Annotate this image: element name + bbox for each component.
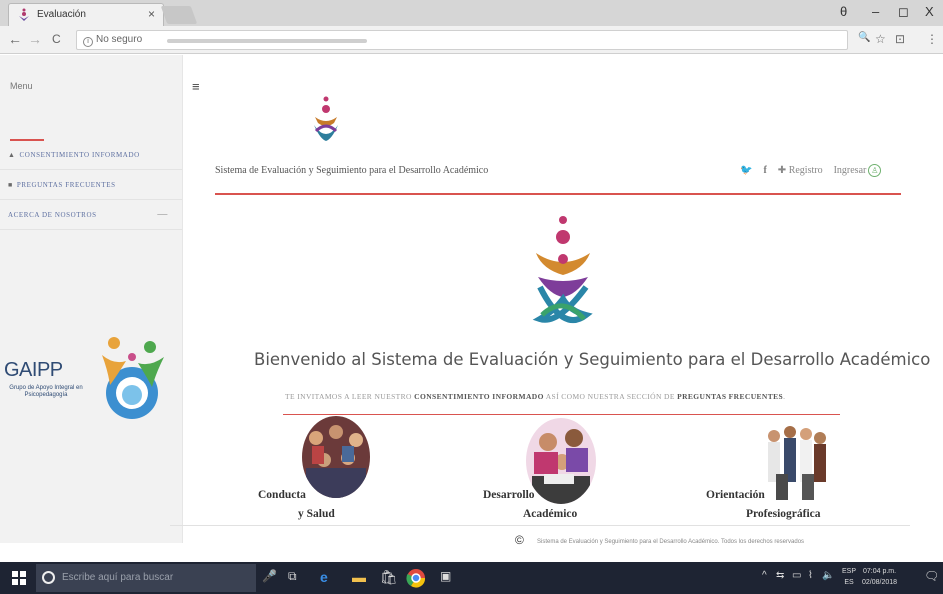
hamburger-menu-icon[interactable]: ≡ <box>192 79 200 94</box>
menu-title: Menu <box>10 81 33 91</box>
sidebar-item-label: CONSENTIMIENTO INFORMADO <box>19 150 140 159</box>
copyright-icon: © <box>515 533 524 547</box>
user-icon: ▲ <box>8 150 16 159</box>
browser-menu-icon[interactable]: ⋮ <box>926 32 938 46</box>
invite-text: TE INVITAMOS A LEER NUESTRO CONSENTIMIEN… <box>285 392 786 401</box>
footer-divider <box>170 525 910 526</box>
header-logo-icon <box>314 96 338 141</box>
site-title: Sistema de Evaluación y Seguimiento para… <box>215 165 489 176</box>
volume-icon[interactable]: 🔈 <box>822 570 834 581</box>
screen: Evaluación × θ – ◻ X ← → C i No seguro 🔍 … <box>0 0 943 594</box>
conducta-card-label[interactable]: Conducta y Salud <box>258 486 335 524</box>
wifi-icon[interactable]: ⌇ <box>808 570 813 581</box>
plus-icon: ✚ <box>777 165 787 176</box>
show-hidden-icons[interactable]: ^ <box>762 570 767 581</box>
new-tab-button[interactable] <box>160 6 198 24</box>
forward-button[interactable]: → <box>28 31 42 47</box>
reload-button[interactable]: C <box>52 32 61 46</box>
app-window-icon[interactable]: ▣ <box>440 569 451 583</box>
tab-strip: Evaluación × θ – ◻ X <box>0 0 943 26</box>
orientacion-card-label[interactable]: Orientación Profesiográfica <box>706 486 821 524</box>
site-favicon-icon <box>19 8 29 21</box>
address-bar[interactable]: i No seguro <box>76 30 848 50</box>
browser-toolbar: ← → C i No seguro 🔍 ☆ ⊡ ⋮ <box>0 26 943 54</box>
language-indicator[interactable]: ESP ES <box>842 566 856 588</box>
cortana-icon <box>42 571 55 584</box>
blurred-url <box>167 39 367 43</box>
windows-taskbar: Escribe aquí para buscar 🎤 ⧉ e ▬ 🛍 ▣ ^ ⇆… <box>0 562 943 594</box>
maximize-button[interactable]: ◻ <box>898 4 909 20</box>
registro-link[interactable]: ✚ Registro <box>778 165 823 176</box>
sidebar: Menu ▲ CONSENTIMIENTO INFORMADO ■ PREGUN… <box>0 55 183 543</box>
sidebar-item-acerca[interactable]: ACERCA DE NOSOTROS — <box>0 200 182 230</box>
gaipp-emblem-icon <box>102 337 164 419</box>
welcome-divider <box>283 414 840 415</box>
header-links: 🐦 f ✚ Registro Ingresar ♙ <box>740 164 882 177</box>
sidebar-item-preguntas[interactable]: ■ PREGUNTAS FRECUENTES <box>0 170 182 200</box>
hero-logo-icon <box>532 216 593 323</box>
preguntas-link[interactable]: PREGUNTAS FRECUENTES <box>677 392 783 401</box>
taskbar-search-box[interactable]: Escribe aquí para buscar <box>36 564 256 592</box>
desarrollo-card-label[interactable]: Desarrollo Académico <box>483 486 577 524</box>
sidebar-item-label: ACERCA DE NOSOTROS <box>8 210 97 219</box>
sidebar-item-label: PREGUNTAS FRECUENTES <box>16 180 116 189</box>
taskbar-search-placeholder: Escribe aquí para buscar <box>62 572 174 583</box>
facebook-icon[interactable]: f <box>763 165 766 176</box>
consentimiento-link[interactable]: CONSENTIMIENTO INFORMADO <box>414 392 544 401</box>
zoom-icon[interactable]: 🔍 <box>858 32 870 43</box>
welcome-heading: Bienvenido al Sistema de Evaluación y Se… <box>254 350 931 369</box>
twitter-icon[interactable]: 🐦 <box>740 165 752 176</box>
notifications-icon[interactable]: 🗨 <box>924 569 939 583</box>
minimize-button[interactable]: – <box>872 4 879 19</box>
bookmark-star-icon[interactable]: ☆ <box>875 32 886 46</box>
header-divider <box>215 193 901 195</box>
expand-icon: — <box>157 209 168 220</box>
store-icon[interactable]: 🛍 <box>380 569 398 586</box>
sidebar-item-consentimiento[interactable]: ▲ CONSENTIMIENTO INFORMADO <box>0 140 182 170</box>
task-view-icon[interactable]: ⧉ <box>288 569 297 584</box>
chrome-icon[interactable] <box>406 568 426 588</box>
tab-close-icon[interactable]: × <box>148 7 155 21</box>
login-user-icon: ♙ <box>868 164 882 177</box>
windows-start-icon[interactable] <box>12 571 26 585</box>
menu-list: ▲ CONSENTIMIENTO INFORMADO ■ PREGUNTAS F… <box>0 140 182 230</box>
close-window-button[interactable]: X <box>925 4 934 19</box>
microphone-icon[interactable]: 🎤 <box>262 569 277 583</box>
ingresar-link[interactable]: Ingresar ♙ <box>834 164 882 177</box>
gaipp-logo-text: GAIPP <box>4 359 63 381</box>
taskbar-clock[interactable]: 07:04 p.m. 02/08/2018 <box>862 566 897 588</box>
tab-title: Evaluación <box>37 9 86 20</box>
edge-browser-icon[interactable]: e <box>320 569 328 585</box>
battery-icon[interactable]: ▭ <box>792 570 801 581</box>
footer-text: Sistema de Evaluación y Seguimiento para… <box>537 539 805 545</box>
browser-tab[interactable]: Evaluación × <box>8 3 164 26</box>
gaipp-logo: GAIPP Grupo de Apoyo Integral en Psicope… <box>2 331 172 451</box>
network-icon[interactable]: ⇆ <box>776 570 784 581</box>
file-explorer-icon[interactable]: ▬ <box>352 569 366 585</box>
account-icon[interactable]: θ <box>840 4 847 19</box>
question-icon: ■ <box>8 180 13 189</box>
info-icon: i <box>83 37 93 47</box>
security-indicator[interactable]: i No seguro <box>83 34 142 47</box>
back-button[interactable]: ← <box>8 31 22 47</box>
gaipp-logo-subtitle: Grupo de Apoyo Integral en Psicopedagogí… <box>9 385 83 398</box>
extension-icon[interactable]: ⊡ <box>895 32 905 46</box>
